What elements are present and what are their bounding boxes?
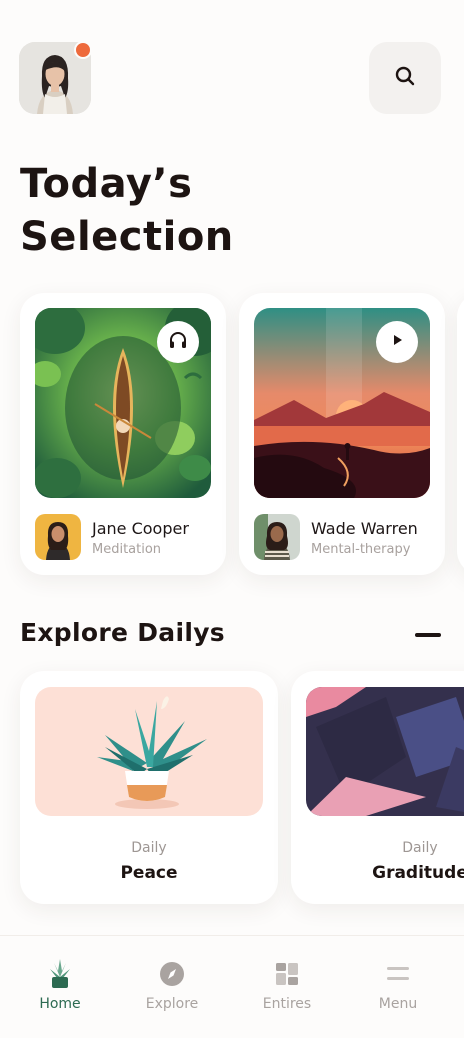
nav-label: Explore bbox=[145, 996, 199, 1012]
daily-card-graditude[interactable]: Daily Graditude bbox=[291, 671, 464, 904]
dashboard-icon bbox=[275, 962, 299, 990]
profile-avatar[interactable] bbox=[19, 41, 92, 114]
author-category: Meditation bbox=[92, 542, 162, 557]
nav-label: Home bbox=[39, 996, 81, 1012]
bottom-navigation: Home Explore Entires Menu bbox=[0, 935, 464, 1038]
author-category: Mental-therapy bbox=[311, 542, 411, 557]
nav-label: Menu bbox=[378, 996, 418, 1012]
collapse-icon[interactable] bbox=[415, 633, 441, 637]
daily-label: Daily bbox=[131, 840, 167, 856]
daily-name: Graditude bbox=[372, 863, 464, 883]
search-button[interactable] bbox=[369, 42, 441, 114]
plant-artwork bbox=[35, 687, 263, 816]
play-button[interactable] bbox=[376, 321, 418, 363]
selection-card-jane-cooper[interactable]: Jane Cooper Meditation bbox=[20, 293, 226, 575]
notification-dot bbox=[74, 41, 92, 59]
nav-item-home[interactable]: Home bbox=[10, 959, 110, 1012]
compass-icon bbox=[159, 961, 185, 991]
page-title-line-2: Selection bbox=[20, 214, 234, 260]
therapy-artwork bbox=[254, 308, 430, 498]
author-name: Jane Cooper bbox=[92, 519, 189, 538]
nav-label: Entires bbox=[262, 996, 312, 1012]
nav-item-menu[interactable]: Menu bbox=[348, 960, 448, 1012]
explore-dailys-title: Explore Dailys bbox=[20, 618, 225, 647]
daily-name: Peace bbox=[120, 863, 178, 883]
daily-card-peace[interactable]: Daily Peace bbox=[20, 671, 278, 904]
author-avatar bbox=[254, 514, 300, 560]
plant-icon bbox=[48, 959, 72, 993]
page-title: Today’s Selection bbox=[20, 158, 320, 264]
search-icon bbox=[394, 65, 416, 91]
app-screen: Today’s Selection Jane Cooper Meditation… bbox=[0, 0, 464, 1038]
page-title-line-1: Today’s bbox=[20, 161, 193, 207]
headphones-icon bbox=[167, 329, 189, 355]
author-name: Wade Warren bbox=[311, 519, 418, 538]
menu-icon bbox=[386, 964, 410, 988]
daily-label: Daily bbox=[402, 840, 438, 856]
selection-card-partial[interactable] bbox=[457, 293, 464, 575]
selection-card-wade-warren[interactable]: Wade Warren Mental-therapy bbox=[239, 293, 445, 575]
play-icon bbox=[386, 329, 408, 355]
meditation-artwork bbox=[35, 308, 211, 498]
nav-item-entires[interactable]: Entires bbox=[237, 960, 337, 1012]
author-avatar bbox=[35, 514, 81, 560]
abstract-artwork bbox=[306, 687, 464, 816]
headphones-button[interactable] bbox=[157, 321, 199, 363]
nav-item-explore[interactable]: Explore bbox=[122, 960, 222, 1012]
